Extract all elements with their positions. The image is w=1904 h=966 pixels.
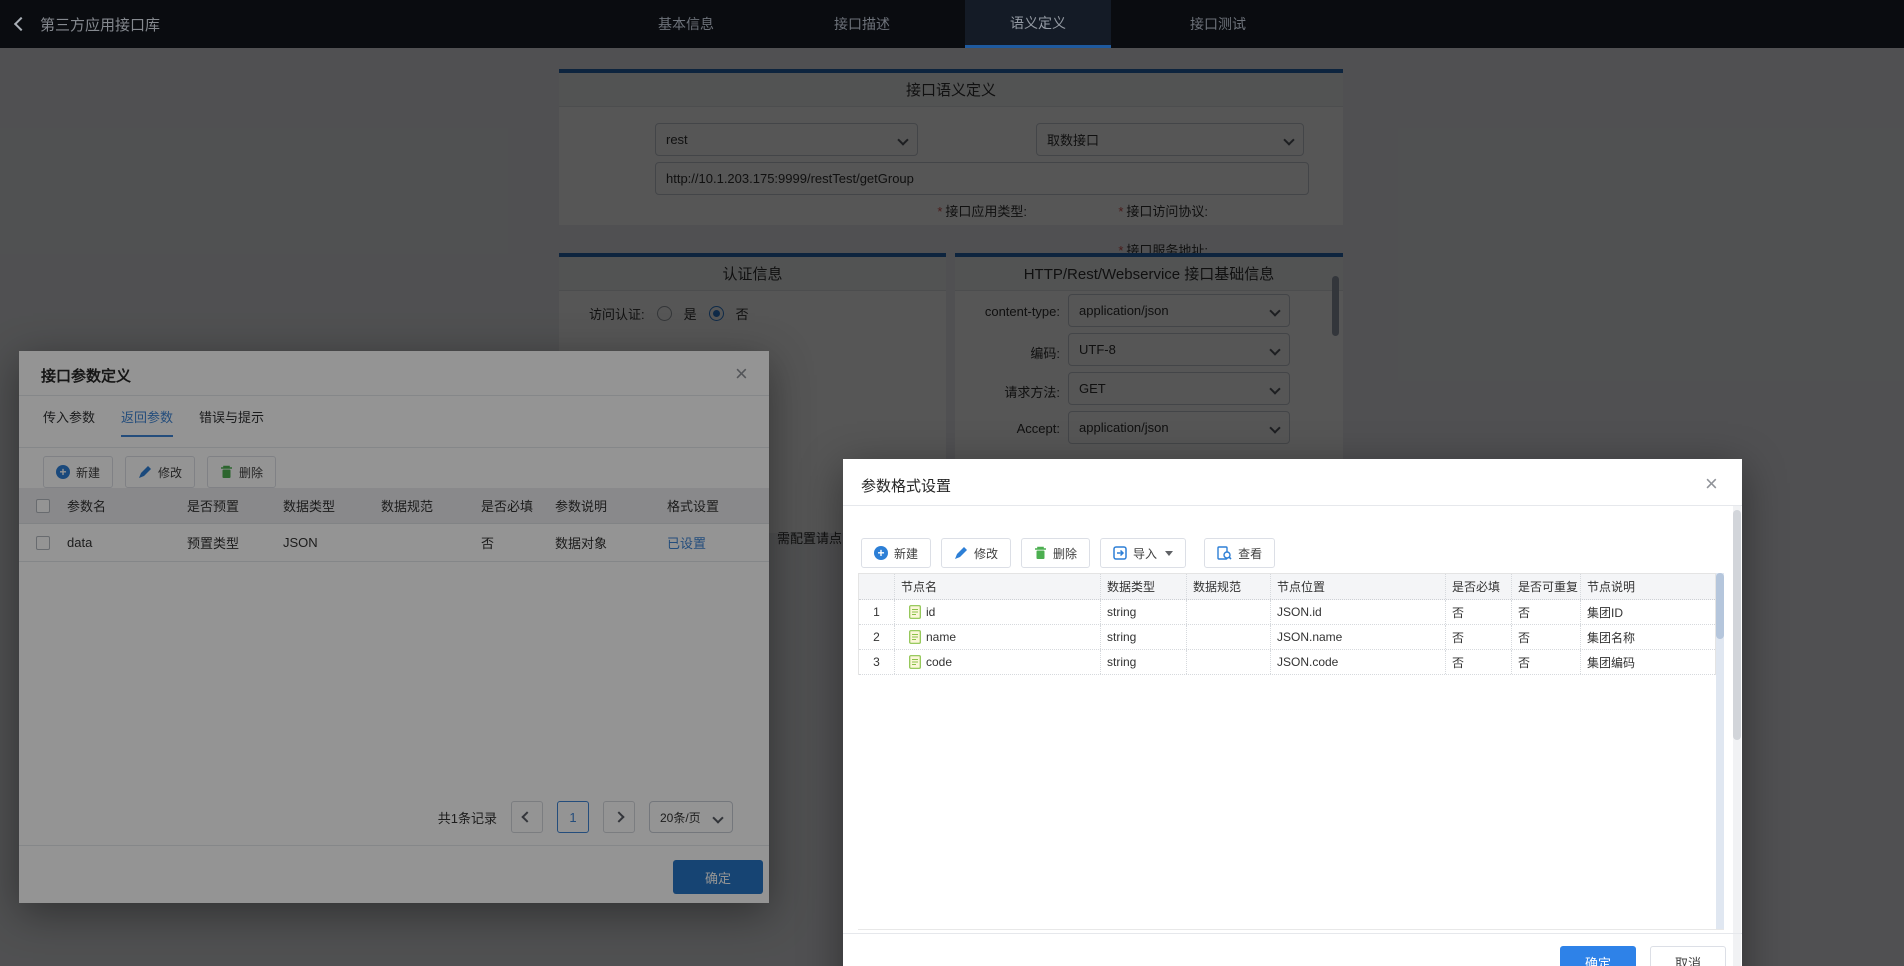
node-table: 节点名 数据类型 数据规范 节点位置 是否必填 是否可重复 节点说明 1 id … (858, 573, 1716, 675)
create-button[interactable]: + 新建 (861, 538, 932, 568)
confirm-button[interactable]: 确定 (1560, 946, 1636, 966)
delete-button[interactable]: 删除 (1021, 538, 1091, 568)
tab-interface-test[interactable]: 接口测试 (1145, 0, 1291, 48)
back-nav[interactable]: 第三方应用接口库 (13, 0, 161, 48)
import-icon (1113, 546, 1127, 560)
view-icon (1217, 546, 1232, 560)
trash-icon (1035, 546, 1047, 559)
table-row[interactable]: 1 id string JSON.id 否 否 集团ID (859, 600, 1715, 625)
edit-button[interactable]: 修改 (941, 538, 1012, 568)
caret-down-icon (1165, 550, 1174, 556)
screen: 第三方应用接口库 基本信息 接口描述 语义定义 接口测试 接口语义定义 * 接口访… (0, 0, 1904, 966)
modal-title: 参数格式设置 (861, 478, 952, 495)
tab-basic-info[interactable]: 基本信息 (613, 0, 759, 48)
tab-interface-desc[interactable]: 接口描述 (789, 0, 935, 48)
document-icon (909, 630, 921, 644)
close-icon[interactable]: × (1705, 473, 1718, 495)
page-title: 第三方应用接口库 (40, 16, 161, 34)
table-header-row: 节点名 数据类型 数据规范 节点位置 是否必填 是否可重复 节点说明 (859, 574, 1715, 600)
node-name: code (926, 655, 953, 669)
table-scrollbar-thumb[interactable] (1716, 573, 1724, 639)
node-name: name (926, 630, 957, 644)
modal-scrollbar-track[interactable] (1733, 506, 1741, 966)
format-settings-modal: 参数格式设置 × + 新建 修改 删除 导入 查看 节点名 数据类型 数据规范 … (843, 459, 1742, 966)
plus-circle-icon: + (874, 546, 888, 560)
row-index: 1 (859, 600, 895, 624)
pencil-icon (955, 547, 968, 559)
modal-scrollbar-thumb[interactable] (1733, 510, 1741, 740)
tab-semantic-def[interactable]: 语义定义 (965, 0, 1111, 48)
top-nav-bar: 第三方应用接口库 基本信息 接口描述 语义定义 接口测试 (0, 0, 1904, 48)
view-button[interactable]: 查看 (1204, 538, 1276, 568)
node-name: id (926, 605, 936, 619)
row-index: 3 (859, 650, 895, 674)
row-index: 2 (859, 625, 895, 649)
import-button[interactable]: 导入 (1100, 538, 1187, 568)
table-row[interactable]: 3 code string JSON.code 否 否 集团编码 (859, 650, 1715, 675)
back-chevron-icon[interactable] (13, 16, 29, 32)
table-scrollbar-track[interactable] (1716, 573, 1724, 929)
document-icon (909, 655, 921, 669)
document-icon (909, 605, 921, 619)
cancel-button[interactable]: 取消 (1650, 946, 1726, 966)
table-row[interactable]: 2 name string JSON.name 否 否 集团名称 (859, 625, 1715, 650)
